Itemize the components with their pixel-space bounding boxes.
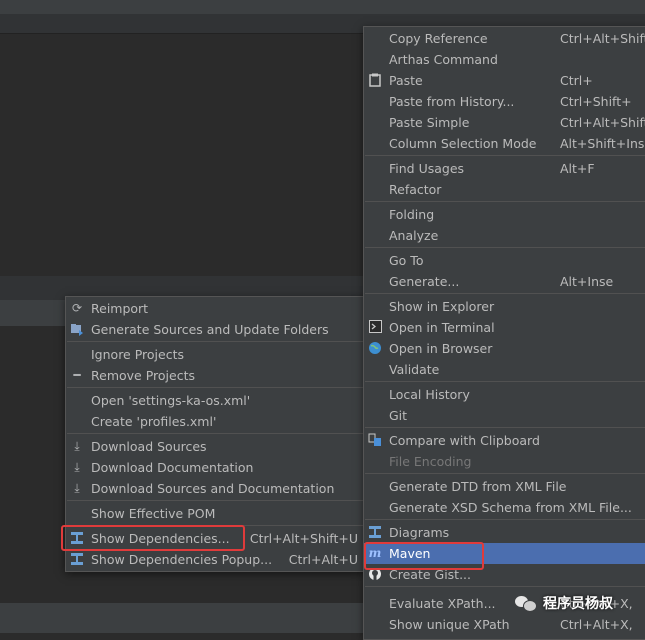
separator xyxy=(67,433,365,434)
separator xyxy=(67,341,365,342)
menu-item-download-documentation[interactable]: ⤓ Download Documentation xyxy=(66,457,366,478)
menu-item-go-to[interactable]: Go To xyxy=(364,250,645,271)
generate-folder-icon xyxy=(70,322,84,336)
menu-item-arthas-command[interactable]: Arthas Command xyxy=(364,49,645,70)
menu-item-find-usages[interactable]: Find Usages Alt+F xyxy=(364,158,645,179)
compare-icon xyxy=(368,433,382,447)
menu-item-open-settings[interactable]: Open 'settings-ka-os.xml' xyxy=(66,390,366,411)
separator xyxy=(365,381,645,382)
diagram-icon xyxy=(368,525,382,539)
separator xyxy=(67,387,365,388)
dependencies-icon xyxy=(70,552,84,566)
menu-item-open-in-browser[interactable]: Open in Browser xyxy=(364,338,645,359)
watermark-text: 程序员杨叔 xyxy=(543,596,613,612)
clipboard-icon xyxy=(368,73,382,87)
menu-item-paste[interactable]: Paste Ctrl+ xyxy=(364,70,645,91)
menu-item-show-dependencies-popup[interactable]: Show Dependencies Popup... Ctrl+Alt+U xyxy=(66,549,366,570)
watermark: 程序员杨叔 xyxy=(515,592,613,614)
menu-item-refactor[interactable]: Refactor xyxy=(364,179,645,200)
separator xyxy=(67,500,365,501)
terminal-icon xyxy=(368,320,382,334)
menu-item-show-in-explorer[interactable]: Show in Explorer xyxy=(364,296,645,317)
separator xyxy=(365,293,645,294)
highlight-show-dependencies xyxy=(61,525,245,551)
download-icon: ⤓ xyxy=(74,439,80,453)
menu-item-git[interactable]: Git xyxy=(364,405,645,426)
refresh-icon: ⟳ xyxy=(71,301,83,315)
menu-item-diagrams[interactable]: Diagrams xyxy=(364,522,645,543)
download-icon: ⤓ xyxy=(74,481,80,495)
separator xyxy=(365,201,645,202)
menu-item-analyze[interactable]: Analyze xyxy=(364,225,645,246)
menu-item-open-in-terminal[interactable]: Open in Terminal xyxy=(364,317,645,338)
separator xyxy=(365,155,645,156)
menu-item-generate-dtd[interactable]: Generate DTD from XML File xyxy=(364,476,645,497)
menu-item-copy-reference[interactable]: Copy Reference Ctrl+Alt+Shift+ xyxy=(364,28,645,49)
menu-item-generate[interactable]: Generate... Alt+Inse xyxy=(364,271,645,292)
menu-item-generate-sources[interactable]: Generate Sources and Update Folders xyxy=(66,319,366,340)
download-icon: ⤓ xyxy=(74,460,80,474)
menu-item-file-encoding[interactable]: File Encoding xyxy=(364,451,645,472)
menu-item-show-unique-xpath[interactable]: Show unique XPath Ctrl+Alt+X, xyxy=(364,614,645,635)
separator xyxy=(365,247,645,248)
menu-item-paste-simple[interactable]: Paste Simple Ctrl+Alt+Shift+ xyxy=(364,112,645,133)
menu-item-local-history[interactable]: Local History xyxy=(364,384,645,405)
menu-item-remove-projects[interactable]: ━ Remove Projects xyxy=(66,365,366,386)
menu-item-folding[interactable]: Folding xyxy=(364,204,645,225)
separator xyxy=(365,586,645,587)
globe-icon xyxy=(368,341,382,355)
ide-toolbar xyxy=(0,0,645,14)
menu-item-generate-xsd[interactable]: Generate XSD Schema from XML File... xyxy=(364,497,645,518)
menu-item-validate[interactable]: Validate xyxy=(364,359,645,380)
menu-item-download-sources[interactable]: ⤓ Download Sources xyxy=(66,436,366,457)
menu-item-reimport[interactable]: ⟳ Reimport xyxy=(66,298,366,319)
menu-item-download-sources-and-docs[interactable]: ⤓ Download Sources and Documentation xyxy=(66,478,366,499)
separator xyxy=(365,427,645,428)
menu-item-show-effective-pom[interactable]: Show Effective POM xyxy=(66,503,366,524)
menu-item-ignore-projects[interactable]: Ignore Projects xyxy=(66,344,366,365)
separator xyxy=(365,473,645,474)
minus-icon: ━ xyxy=(73,368,81,382)
highlight-maven xyxy=(364,542,484,570)
menu-item-compare-with-clipboard[interactable]: Compare with Clipboard xyxy=(364,430,645,451)
menu-item-create-profiles[interactable]: Create 'profiles.xml' xyxy=(66,411,366,432)
menu-item-paste-from-history[interactable]: Paste from History... Ctrl+Shift+ xyxy=(364,91,645,112)
wechat-icon xyxy=(515,595,537,612)
separator xyxy=(365,519,645,520)
menu-item-column-selection-mode[interactable]: Column Selection Mode Alt+Shift+Inse xyxy=(364,133,645,154)
